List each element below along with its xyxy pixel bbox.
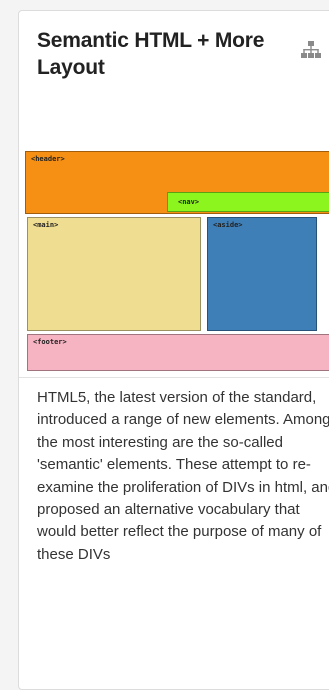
aside-label: <aside>	[213, 221, 243, 229]
card-description: HTML5, the latest version of the standar…	[37, 389, 329, 563]
main-block: <main>	[27, 217, 201, 331]
hierarchy-icon[interactable]	[301, 41, 321, 59]
aside-block: <aside>	[207, 217, 317, 331]
header-label: <header>	[31, 155, 65, 163]
footer-block: <footer>	[27, 334, 329, 371]
nav-label: <nav>	[178, 198, 200, 206]
main-label: <main>	[33, 221, 59, 229]
divider	[19, 377, 329, 378]
footer-label: <footer>	[33, 338, 67, 346]
nav-block: <nav>	[167, 192, 329, 212]
lesson-card[interactable]: Semantic HTML + More Layout <header> <na…	[18, 10, 329, 690]
card-title[interactable]: Semantic HTML + More Layout	[37, 27, 287, 81]
layout-thumbnail[interactable]: <header> <nav> <main> <aside> <footer>	[25, 151, 329, 375]
